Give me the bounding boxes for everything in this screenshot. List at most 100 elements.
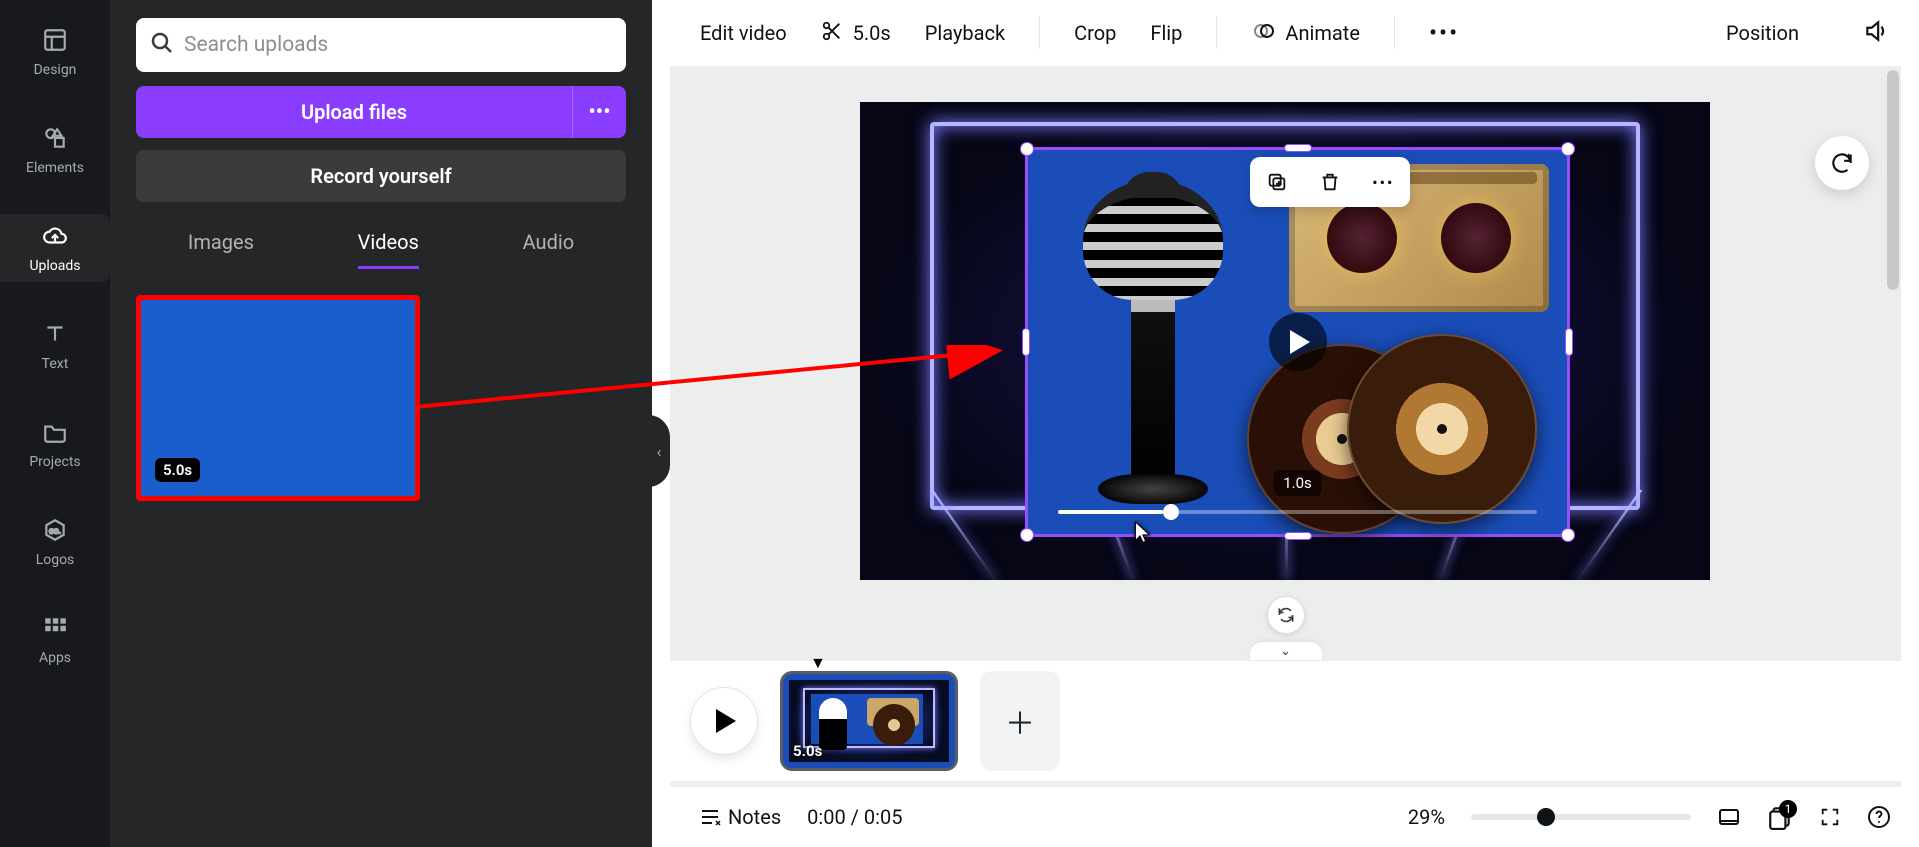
more-horizontal-icon: ••• <box>1429 19 1459 47</box>
timeline-playhead-icon[interactable]: ▼ <box>810 653 826 673</box>
plus-icon: ＋ <box>1005 699 1035 743</box>
sparkle-refresh-icon <box>1829 150 1855 176</box>
trim-duration-button[interactable]: 5.0s <box>821 20 891 47</box>
upload-files-button[interactable]: Upload files <box>136 86 572 138</box>
resize-handle-se[interactable] <box>1561 528 1575 542</box>
scrollbar-thumb[interactable] <box>1887 70 1899 290</box>
more-horizontal-icon: ••• <box>1372 173 1394 192</box>
toolbar-separator <box>1039 17 1040 49</box>
upload-duration-badge: 5.0s <box>155 458 200 482</box>
more-options-button[interactable]: ••• <box>1429 19 1459 47</box>
help-icon <box>1867 805 1891 829</box>
rail-apps[interactable]: Apps <box>0 606 110 674</box>
add-page-button[interactable]: ＋ <box>980 671 1060 771</box>
duplicate-button[interactable] <box>1257 162 1297 202</box>
context-toolbar: ••• <box>1250 157 1410 207</box>
mouse-cursor-icon <box>1130 520 1152 551</box>
hex-icon: co. <box>41 516 69 544</box>
zoom-percentage[interactable]: 29% <box>1408 805 1445 829</box>
timeline-play-button[interactable] <box>690 687 758 755</box>
upload-tabs: Images Videos Audio <box>136 230 626 269</box>
search-icon <box>150 31 174 59</box>
search-uploads[interactable] <box>136 18 626 72</box>
animate-label: Animate <box>1285 21 1360 45</box>
clip-duration-badge: 5.0s <box>793 742 822 760</box>
microphone-graphic <box>1058 180 1248 520</box>
scissors-icon <box>821 20 843 47</box>
notes-button[interactable]: Notes <box>698 805 781 829</box>
animate-button[interactable]: Animate <box>1251 19 1360 48</box>
tab-images[interactable]: Images <box>188 230 254 269</box>
upload-thumbnail[interactable]: 5.0s <box>136 295 420 501</box>
record-yourself-button[interactable]: Record yourself <box>136 150 626 202</box>
crop-button[interactable]: Crop <box>1074 21 1116 45</box>
rail-projects[interactable]: Projects <box>0 410 110 478</box>
notes-icon <box>698 805 722 829</box>
trim-duration-label: 5.0s <box>853 21 891 45</box>
flip-button[interactable]: Flip <box>1150 21 1182 45</box>
delete-button[interactable] <box>1310 162 1350 202</box>
chevron-left-icon: ‹ <box>657 442 662 461</box>
template-icon <box>41 26 69 54</box>
canvas-scrollbar-vertical[interactable] <box>1885 66 1901 656</box>
video-scrubber[interactable] <box>1058 510 1537 514</box>
resize-handle-ne[interactable] <box>1561 142 1575 156</box>
folder-icon <box>41 418 69 446</box>
fullscreen-button[interactable] <box>1819 806 1841 828</box>
text-icon <box>41 320 69 348</box>
view-grid-button[interactable] <box>1717 805 1741 829</box>
cloud-upload-icon <box>41 222 69 250</box>
rail-text[interactable]: Text <box>0 312 110 380</box>
bottom-bar: Notes 0:00 / 0:05 29% 1 <box>670 787 1919 847</box>
resize-handle-s[interactable] <box>1284 532 1312 540</box>
position-button[interactable]: Position <box>1726 21 1799 45</box>
rail-uploads[interactable]: Uploads <box>0 214 110 282</box>
rail-design-label: Design <box>34 62 77 78</box>
sync-button[interactable] <box>1267 596 1305 634</box>
zoom-slider[interactable] <box>1471 814 1691 820</box>
resize-handle-w[interactable] <box>1022 328 1030 356</box>
rail-logos[interactable]: co. Logos <box>0 508 110 576</box>
regenerate-button[interactable] <box>1815 136 1869 190</box>
rail-logos-label: Logos <box>36 552 75 568</box>
context-more-button[interactable]: ••• <box>1363 162 1403 202</box>
editor-toolbar: Edit video 5.0s Playback Crop Flip Anima… <box>670 0 1919 66</box>
fullscreen-icon <box>1819 806 1841 828</box>
rail-design[interactable]: Design <box>0 18 110 86</box>
nav-rail: Design Elements Uploads Text Projects co… <box>0 0 110 847</box>
resize-handle-nw[interactable] <box>1020 142 1034 156</box>
toolbar-separator <box>1394 17 1395 49</box>
chevron-down-icon: ⌄ <box>1280 644 1291 659</box>
resize-handle-e[interactable] <box>1565 328 1573 356</box>
scrub-time-badge: 1.0s <box>1273 470 1322 496</box>
rail-elements[interactable]: Elements <box>0 116 110 184</box>
tab-audio[interactable]: Audio <box>523 230 575 269</box>
rail-apps-label: Apps <box>39 650 71 666</box>
sync-icon <box>1276 605 1296 625</box>
playback-button[interactable]: Playback <box>925 21 1005 45</box>
grid-icon <box>41 614 69 642</box>
search-input[interactable] <box>184 33 612 57</box>
tab-videos[interactable]: Videos <box>358 230 419 269</box>
edit-video-button[interactable]: Edit video <box>700 21 787 45</box>
timeline-clip[interactable]: 5.0s <box>780 671 958 771</box>
video-play-button[interactable] <box>1269 313 1327 371</box>
animate-icon <box>1251 19 1275 48</box>
upload-more-button[interactable]: ••• <box>572 86 626 138</box>
rail-projects-label: Projects <box>29 454 80 470</box>
page-count-button[interactable]: 1 <box>1767 804 1793 830</box>
zoom-slider-handle[interactable] <box>1537 808 1555 826</box>
resize-handle-sw[interactable] <box>1020 528 1034 542</box>
page-panel-toggle[interactable]: ⌄ <box>1250 642 1322 660</box>
time-display: 0:00 / 0:05 <box>807 805 902 829</box>
page-count-badge: 1 <box>1779 800 1797 818</box>
panel-collapse-button[interactable]: ‹ <box>648 415 670 487</box>
shapes-icon <box>41 124 69 152</box>
help-button[interactable] <box>1867 805 1891 829</box>
uploads-panel: Upload files ••• Record yourself Images … <box>110 0 652 847</box>
rail-elements-label: Elements <box>26 160 84 176</box>
audio-toggle-button[interactable] <box>1863 18 1889 49</box>
resize-handle-n[interactable] <box>1284 144 1312 152</box>
canvas-stage[interactable]: 1.0s ••• <box>860 102 1710 580</box>
timeline: ▼ 5.0s ＋ <box>670 661 1919 781</box>
